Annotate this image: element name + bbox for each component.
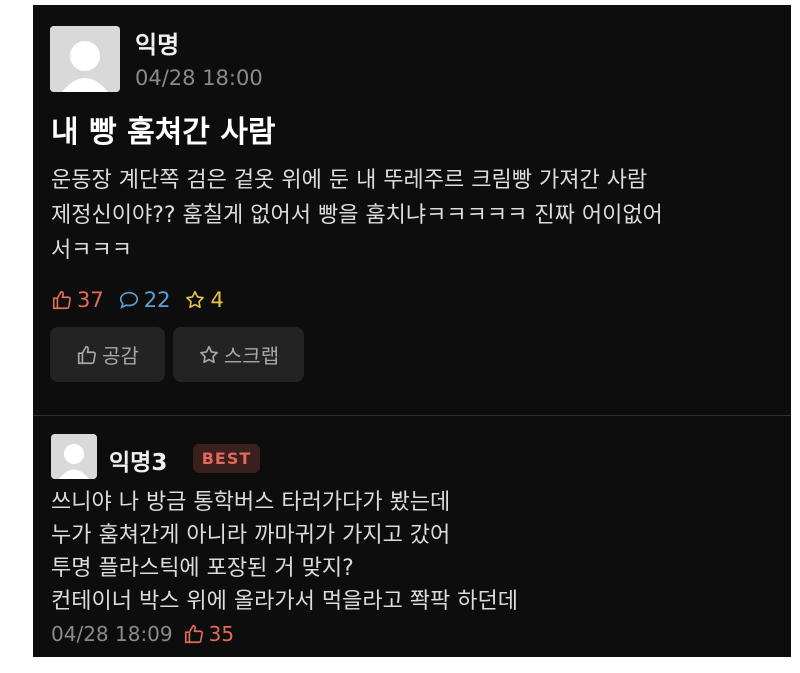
post-body: 운동장 계단쪽 검은 겉옷 위에 둔 내 뚜레주르 크림빵 가져간 사람 제정신… [51,163,771,268]
comment-line: 컨테이너 박스 위에 올라가서 먹을라고 쫙팍 하던데 [51,589,519,614]
post-author: 익명 [135,31,180,59]
post-stats: 37 22 4 [51,288,238,312]
comment-like[interactable]: 35 [183,622,234,646]
star-icon [199,345,218,363]
comment-line: 누가 훔쳐간게 아니라 까마귀가 가지고 갔어 [51,523,451,548]
thumbs-up-icon [52,290,71,310]
scrap-button[interactable]: 스크랩 [173,327,304,382]
comment-timestamp: 04/28 18:09 [51,622,173,646]
thumbs-up-icon [78,345,97,364]
comment-count: 22 [118,288,171,312]
like-count: 37 [51,288,104,312]
app-screen: 익명 04/28 18:00 내 빵 훔쳐간 사람 운동장 계단쪽 검은 겉옷 … [33,5,791,657]
post-body-line: 제정신이야?? 훔칠게 없어서 빵을 훔치냐ㅋㅋㅋㅋㅋ 진짜 어이없어 [51,203,663,228]
like-button-label: 공감 [102,344,139,368]
post-body-line: 서ㅋㅋㅋ [51,238,132,263]
comment-line: 쓰니야 나 방금 통학버스 타러가다가 봤는데 [51,490,451,515]
comment-avatar[interactable] [51,434,97,479]
thumbs-up-icon [184,624,203,644]
comment-like-count: 35 [208,622,235,646]
divider [33,415,791,416]
scrap-button-label: 스크랩 [223,344,280,368]
like-count-value: 37 [77,288,104,312]
comment-meta: 04/28 18:09 35 [51,622,234,646]
like-button[interactable]: 공감 [50,327,165,382]
star-icon [186,290,205,309]
default-avatar-icon [51,434,97,479]
post-timestamp: 04/28 18:00 [135,66,263,90]
comment-body: 쓰니야 나 방금 통학버스 타러가다가 봤는데 누가 훔쳐간게 아니라 까마귀가… [51,486,518,618]
post-body-line: 운동장 계단쪽 검은 겉옷 위에 둔 내 뚜레주르 크림빵 가져간 사람 [51,168,648,193]
post-avatar[interactable] [50,26,120,92]
scrap-count: 4 [184,288,224,312]
default-avatar-icon [50,26,120,92]
post-title: 내 빵 훔쳐간 사람 [51,115,276,150]
comment-author: 익명3 [109,450,168,476]
comment-count-value: 22 [143,288,171,312]
comment-line: 투명 플라스틱에 포장된 거 맞지? [51,556,354,581]
best-badge: BEST [193,444,260,473]
speech-bubble-icon [119,291,138,309]
scrap-count-value: 4 [210,288,224,312]
